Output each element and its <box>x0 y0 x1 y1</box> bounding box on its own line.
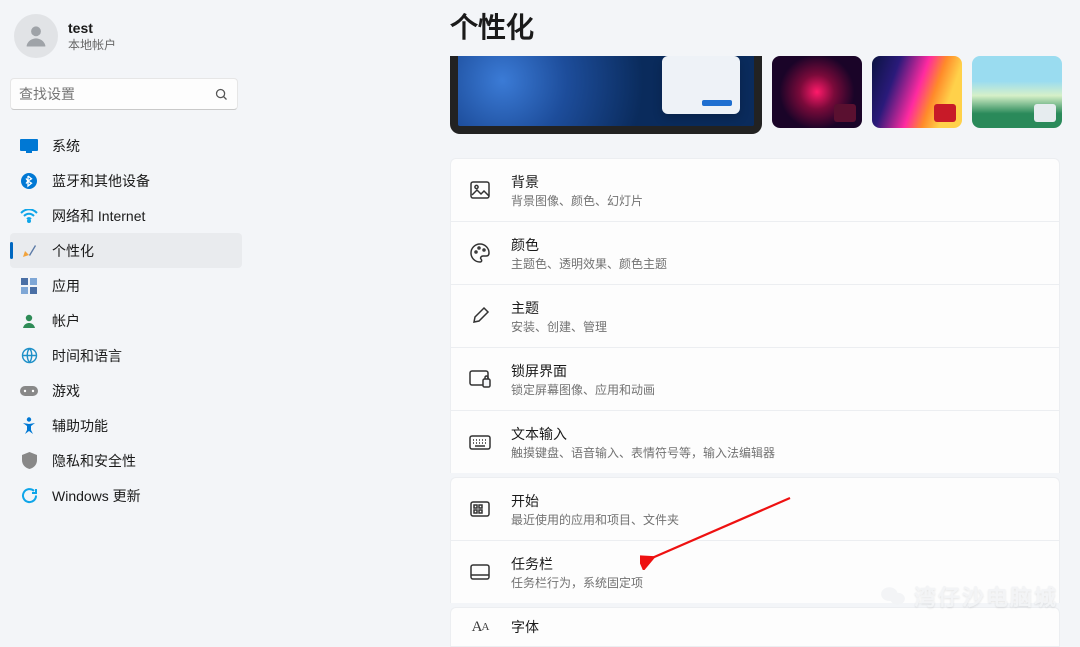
sidebar-item-accessibility[interactable]: 辅助功能 <box>10 408 242 443</box>
gamepad-icon <box>20 382 38 400</box>
setting-start[interactable]: 开始最近使用的应用和项目、文件夹 <box>450 477 1060 540</box>
wechat-icon <box>880 585 906 607</box>
sidebar-item-gaming[interactable]: 游戏 <box>10 373 242 408</box>
setting-background[interactable]: 背景背景图像、颜色、幻灯片 <box>450 158 1060 221</box>
person-icon <box>20 312 38 330</box>
nav: 系统 蓝牙和其他设备 网络和 Internet 个性化 应用 帐户 时间和语言 <box>4 128 248 513</box>
setting-title: 颜色 <box>511 235 667 255</box>
font-icon: AA <box>469 616 491 638</box>
settings-list: 背景背景图像、颜色、幻灯片 颜色主题色、透明效果、颜色主题 主题安装、创建、管理… <box>430 134 1080 647</box>
setting-colors[interactable]: 颜色主题色、透明效果、颜色主题 <box>450 221 1060 284</box>
wifi-icon <box>20 207 38 225</box>
sidebar-item-accounts[interactable]: 帐户 <box>10 303 242 338</box>
avatar <box>14 14 58 58</box>
search-input[interactable] <box>19 86 214 102</box>
setting-title: 任务栏 <box>511 554 643 574</box>
sidebar-item-label: 应用 <box>52 276 80 296</box>
setting-desc: 背景图像、颜色、幻灯片 <box>511 192 643 209</box>
setting-desc: 锁定屏幕图像、应用和动画 <box>511 381 655 398</box>
theme-thumbnail[interactable] <box>872 56 962 128</box>
update-icon <box>20 487 38 505</box>
theme-thumbnail[interactable] <box>972 56 1062 128</box>
theme-thumbnail[interactable] <box>772 56 862 128</box>
setting-title: 字体 <box>511 617 539 637</box>
setting-desc: 最近使用的应用和项目、文件夹 <box>511 511 679 528</box>
image-icon <box>469 179 491 201</box>
shield-icon <box>20 452 38 470</box>
theme-preview-row <box>430 56 1080 134</box>
setting-desc: 触摸键盘、语音输入、表情符号等，输入法编辑器 <box>511 444 775 461</box>
setting-desc: 任务栏行为，系统固定项 <box>511 574 643 591</box>
bluetooth-icon <box>20 172 38 190</box>
sidebar-item-label: 隐私和安全性 <box>52 451 136 471</box>
user-account-row[interactable]: test 本地帐户 <box>4 8 248 64</box>
apps-icon <box>20 277 38 295</box>
sidebar-item-label: 时间和语言 <box>52 346 122 366</box>
sidebar-item-windows-update[interactable]: Windows 更新 <box>10 478 242 513</box>
sidebar-item-label: 帐户 <box>52 311 80 331</box>
search-icon <box>214 87 229 102</box>
setting-lock-screen[interactable]: 锁屏界面锁定屏幕图像、应用和动画 <box>450 347 1060 410</box>
sidebar-item-label: 游戏 <box>52 381 80 401</box>
user-text: test 本地帐户 <box>68 20 116 53</box>
setting-title: 背景 <box>511 172 643 192</box>
monitor-icon <box>20 137 38 155</box>
setting-title: 开始 <box>511 491 679 511</box>
lock-screen-icon <box>469 368 491 390</box>
sidebar-item-apps[interactable]: 应用 <box>10 268 242 303</box>
sidebar-item-label: 辅助功能 <box>52 416 108 436</box>
keyboard-icon <box>469 431 491 453</box>
taskbar-icon <box>469 561 491 583</box>
search-box[interactable] <box>10 78 238 110</box>
main-content: 个性化 背景背景图像、颜色、幻灯片 颜色主题色、透明效果、颜色主题 主题安装、创… <box>430 0 1080 647</box>
sidebar-item-privacy[interactable]: 隐私和安全性 <box>10 443 242 478</box>
page-title: 个性化 <box>430 0 1080 56</box>
sidebar-item-label: 系统 <box>52 136 80 156</box>
paintbrush-icon <box>20 242 38 260</box>
brush-icon <box>469 305 491 327</box>
sidebar-item-label: Windows 更新 <box>52 486 141 506</box>
person-icon <box>22 22 50 50</box>
watermark: 湾仔沙电脑城 <box>880 580 1058 612</box>
setting-themes[interactable]: 主题安装、创建、管理 <box>450 284 1060 347</box>
setting-title: 文本输入 <box>511 424 775 444</box>
setting-title: 主题 <box>511 298 607 318</box>
sidebar-item-label: 蓝牙和其他设备 <box>52 171 150 191</box>
setting-desc: 主题色、透明效果、颜色主题 <box>511 255 667 272</box>
palette-icon <box>469 242 491 264</box>
watermark-text: 湾仔沙电脑城 <box>914 580 1058 612</box>
setting-fonts[interactable]: AA 字体 <box>450 607 1060 647</box>
start-icon <box>469 498 491 520</box>
sidebar: test 本地帐户 系统 蓝牙和其他设备 网络和 Internet 个性化 应用 <box>0 0 248 624</box>
user-name: test <box>68 20 116 36</box>
setting-title: 锁屏界面 <box>511 361 655 381</box>
globe-clock-icon <box>20 347 38 365</box>
preview-window <box>662 56 740 114</box>
sidebar-item-time-language[interactable]: 时间和语言 <box>10 338 242 373</box>
setting-desc: 安装、创建、管理 <box>511 318 607 335</box>
sidebar-item-network[interactable]: 网络和 Internet <box>10 198 242 233</box>
sidebar-item-label: 个性化 <box>52 241 94 261</box>
sidebar-item-label: 网络和 Internet <box>52 206 145 226</box>
setting-text-input[interactable]: 文本输入触摸键盘、语音输入、表情符号等，输入法编辑器 <box>450 410 1060 473</box>
accessibility-icon <box>20 417 38 435</box>
current-theme-preview[interactable] <box>450 56 762 134</box>
sidebar-item-system[interactable]: 系统 <box>10 128 242 163</box>
sidebar-item-personalization[interactable]: 个性化 <box>10 233 242 268</box>
user-subtitle: 本地帐户 <box>68 36 116 53</box>
sidebar-item-bluetooth[interactable]: 蓝牙和其他设备 <box>10 163 242 198</box>
